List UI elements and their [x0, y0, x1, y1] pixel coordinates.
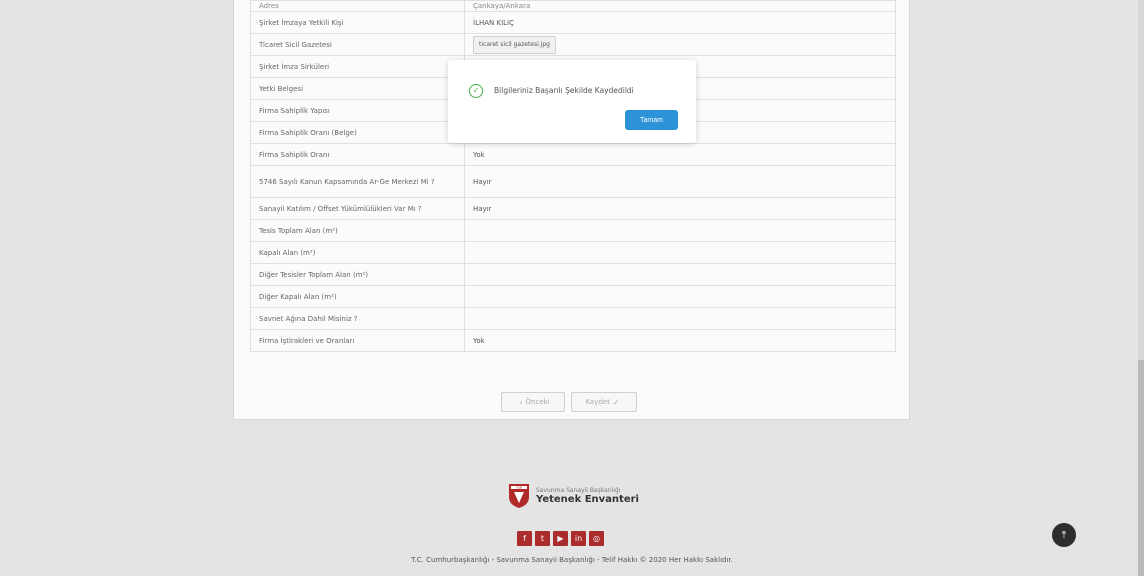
- save-button-label: Kaydet: [585, 398, 610, 406]
- chevron-left-icon: ‹: [519, 397, 523, 407]
- field-label: Firma Sahiplik Oranı: [250, 143, 465, 166]
- dialog-message: Bilgileriniz Başarılı Şekilde Kaydedildi: [494, 86, 634, 95]
- field-label: Ticaret Sicil Gazetesi: [250, 33, 465, 56]
- field-label: 5746 Sayılı Kanun Kapsamında Ar-Ge Merke…: [250, 165, 465, 198]
- field-value: [464, 307, 896, 330]
- table-row: Adres Çankaya/Ankara: [250, 0, 896, 12]
- field-value: ticaret sicil gazetesi.jpg: [464, 33, 896, 56]
- table-row: 5746 Sayılı Kanun Kapsamında Ar-Ge Merke…: [250, 165, 896, 198]
- previous-button[interactable]: ‹ Önceki: [501, 392, 565, 412]
- table-row: Savnet Ağına Dahil Misiniz ?: [250, 307, 896, 330]
- logo-subtitle: Savunma Sanayii Başkanlığı: [536, 487, 621, 494]
- linkedin-icon[interactable]: in: [571, 531, 586, 546]
- social-links: f t ▶ in ◎: [517, 531, 604, 546]
- save-button[interactable]: Kaydet ✓: [571, 392, 637, 412]
- field-label: Tesis Toplam Alan (m²): [250, 219, 465, 242]
- field-value: Yok: [464, 329, 896, 352]
- success-check-icon: ✓: [469, 84, 483, 98]
- field-label: Kapalı Alan (m²): [250, 241, 465, 264]
- arrow-up-icon: ⤒: [1061, 529, 1067, 541]
- footer-logo[interactable]: SSB Savunma Sanayii Başkanlığı Yetenek E…: [508, 483, 639, 509]
- file-attachment-link[interactable]: ticaret sicil gazetesi.jpg: [473, 35, 556, 54]
- instagram-icon[interactable]: ◎: [589, 531, 604, 546]
- table-row: Tesis Toplam Alan (m²): [250, 219, 896, 242]
- field-value: [464, 241, 896, 264]
- emblem-text: SSB: [516, 486, 522, 490]
- scrollbar-thumb[interactable]: [1138, 360, 1144, 576]
- success-dialog: ✓ Bilgileriniz Başarılı Şekilde Kaydedil…: [448, 60, 696, 143]
- field-label: Firma Sahiplik Yapısı: [250, 99, 465, 122]
- field-value: Çankaya/Ankara: [464, 0, 896, 12]
- field-value: [464, 285, 896, 308]
- table-row: Ticaret Sicil Gazetesi ticaret sicil gaze…: [250, 33, 896, 56]
- table-row: Diğer Tesisler Toplam Alan (m²): [250, 263, 896, 286]
- field-value: Yok: [464, 143, 896, 166]
- back-to-top-button[interactable]: ⤒: [1052, 523, 1076, 547]
- field-label: Diğer Kapalı Alan (m²): [250, 285, 465, 308]
- field-label: Diğer Tesisler Toplam Alan (m²): [250, 263, 465, 286]
- field-label: Firma Sahiplik Oranı (Belge): [250, 121, 465, 144]
- ssb-emblem-icon: SSB: [509, 484, 529, 508]
- table-row: Şirket İmzaya Yetkili Kişi İLHAN KILIÇ: [250, 11, 896, 34]
- table-row: Sanayii Katılım / Offset Yükümlülükleri …: [250, 197, 896, 220]
- check-icon: ✓: [612, 397, 620, 407]
- field-value: [464, 219, 896, 242]
- previous-button-label: Önceki: [525, 398, 550, 406]
- field-label: Savnet Ağına Dahil Misiniz ?: [250, 307, 465, 330]
- table-row: Firma İştirakleri ve Oranları Yok: [250, 329, 896, 352]
- field-value: [464, 263, 896, 286]
- table-row: Kapalı Alan (m²): [250, 241, 896, 264]
- page-scrollbar[interactable]: [1138, 0, 1144, 576]
- table-row: Firma Sahiplik Oranı Yok: [250, 143, 896, 166]
- field-label: Şirket İmza Sirküleri: [250, 55, 465, 78]
- field-label: Sanayii Katılım / Offset Yükümlülükleri …: [250, 197, 465, 220]
- field-label: Şirket İmzaya Yetkili Kişi: [250, 11, 465, 34]
- youtube-icon[interactable]: ▶: [553, 531, 568, 546]
- footer-copyright: T.C. Cumhurbaşkanlığı - Savunma Sanayii …: [411, 556, 733, 564]
- twitter-icon[interactable]: t: [535, 531, 550, 546]
- field-value: İLHAN KILIÇ: [464, 11, 896, 34]
- field-value: Hayır: [464, 197, 896, 220]
- table-row: Diğer Kapalı Alan (m²): [250, 285, 896, 308]
- field-label: Adres: [250, 0, 465, 12]
- logo-title: Yetenek Envanteri: [536, 494, 639, 505]
- ok-button[interactable]: Tamam: [625, 110, 678, 130]
- field-label: Firma İştirakleri ve Oranları: [250, 329, 465, 352]
- field-label: Yetki Belgesi: [250, 77, 465, 100]
- facebook-icon[interactable]: f: [517, 531, 532, 546]
- company-info-table: Adres Çankaya/Ankara Şirket İmzaya Yetkili…: [250, 0, 896, 352]
- form-navigation: ‹ Önceki Kaydet ✓: [501, 392, 637, 412]
- field-value: Hayır: [464, 165, 896, 198]
